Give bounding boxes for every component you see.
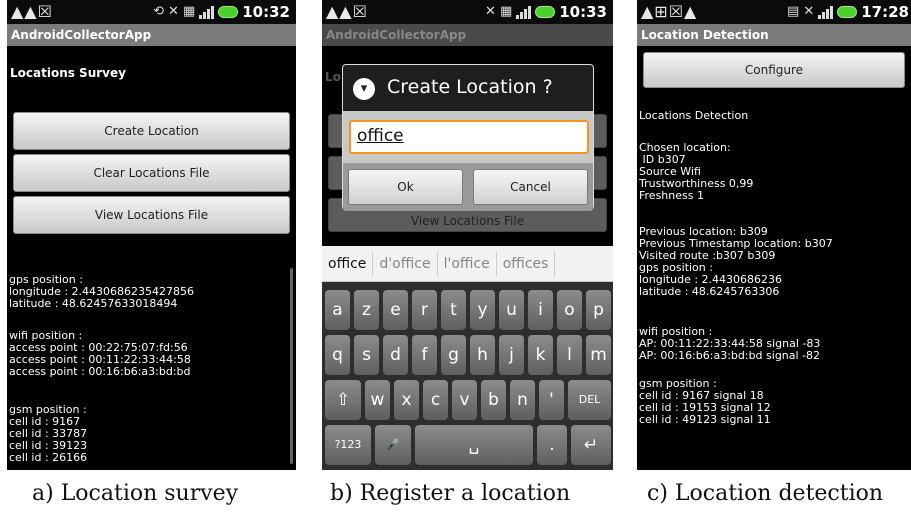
- space-key[interactable]: ␣: [415, 425, 533, 465]
- notification-icons: ▲⊞☒▲: [641, 2, 698, 21]
- key[interactable]: g: [441, 335, 466, 375]
- status-bar: ▲▲☒ ⟲ ✕ ▦ 10:32: [7, 0, 296, 24]
- battery-icon: [837, 6, 858, 18]
- page-title: Locations Detection: [639, 109, 749, 122]
- key[interactable]: t: [441, 290, 466, 330]
- mute-icon: ✕: [803, 4, 815, 19]
- suggestion-item[interactable]: d'office: [373, 251, 438, 276]
- wifi-position-text: wifi position : access point : 00:22:75:…: [9, 329, 191, 378]
- key[interactable]: y: [470, 290, 495, 330]
- key[interactable]: j: [499, 335, 524, 375]
- chosen-location-text: Chosen location: ID b307 Source Wifi Tru…: [639, 141, 754, 202]
- key[interactable]: q: [325, 335, 350, 375]
- status-bar: ▲▲☒ ✕ ▦ 10:33: [322, 0, 613, 24]
- suggestion-item[interactable]: office: [322, 251, 374, 276]
- notification-icons: ▲▲☒: [11, 2, 53, 21]
- configure-button[interactable]: Configure: [643, 52, 905, 88]
- shift-key[interactable]: ⇧: [325, 380, 361, 420]
- sync-icon: ⟲: [153, 4, 165, 19]
- clock: 10:32: [242, 3, 290, 21]
- location-name-input[interactable]: office: [349, 120, 589, 154]
- caption-c: c) Location detection: [647, 481, 884, 506]
- key[interactable]: m: [586, 335, 611, 375]
- ok-button[interactable]: Ok: [348, 169, 463, 205]
- clear-locations-file-button[interactable]: Clear Locations File: [13, 154, 290, 192]
- suggestion-item[interactable]: l'office: [438, 251, 497, 276]
- key[interactable]: ': [539, 380, 564, 420]
- key[interactable]: s: [354, 335, 379, 375]
- key[interactable]: l: [557, 335, 582, 375]
- key[interactable]: x: [394, 380, 419, 420]
- app-title: AndroidCollectorApp: [7, 24, 296, 46]
- key[interactable]: p: [586, 290, 611, 330]
- microphone-icon[interactable]: 🎤: [375, 425, 411, 465]
- key[interactable]: b: [481, 380, 506, 420]
- scrollbar[interactable]: [290, 268, 293, 464]
- dialog-header: ▾ Create Location ?: [343, 65, 593, 111]
- key[interactable]: h: [470, 335, 495, 375]
- cancel-button[interactable]: Cancel: [473, 169, 588, 205]
- network-icon: ▦: [499, 4, 513, 19]
- chevron-down-icon: ▾: [353, 78, 375, 100]
- previous-location-text: Previous location: b309 Previous Timesta…: [639, 225, 833, 298]
- register-location-screen: ▲▲☒ ✕ ▦ 10:33 AndroidCollectorApp Lo Vie…: [322, 0, 613, 470]
- enter-key[interactable]: ↵: [571, 425, 611, 465]
- key[interactable]: c: [423, 380, 448, 420]
- gsm-position-text: gsm position : cell id : 9167 signal 18 …: [639, 377, 771, 426]
- signal-icon: [516, 5, 532, 19]
- signal-icon: [818, 5, 834, 19]
- network-icon: ▦: [182, 4, 196, 19]
- dialog-button-bar: Ok Cancel: [343, 163, 593, 211]
- suggestion-item[interactable]: offices: [497, 251, 556, 276]
- delete-key[interactable]: DEL: [568, 380, 611, 420]
- battery-icon: [535, 6, 556, 18]
- symbols-key[interactable]: ?123: [325, 425, 371, 465]
- key[interactable]: u: [499, 290, 524, 330]
- page-title: Locations Survey: [10, 66, 126, 80]
- key[interactable]: z: [354, 290, 379, 330]
- wifi-position-text: wifi position : AP: 00:11:22:33:44:58 si…: [639, 325, 821, 362]
- notification-icons: ▲▲☒: [326, 2, 368, 21]
- key[interactable]: i: [528, 290, 553, 330]
- key[interactable]: r: [412, 290, 437, 330]
- clock: 10:33: [559, 3, 607, 21]
- location-survey-screen: ▲▲☒ ⟲ ✕ ▦ 10:32 AndroidCollectorApp Loca…: [7, 0, 296, 470]
- key[interactable]: v: [452, 380, 477, 420]
- key[interactable]: k: [528, 335, 553, 375]
- app-title: AndroidCollectorApp: [322, 24, 613, 46]
- key[interactable]: d: [383, 335, 408, 375]
- caption-b: b) Register a location: [330, 481, 571, 506]
- key[interactable]: f: [412, 335, 437, 375]
- location-detection-screen: ▲⊞☒▲ ▤ ✕ 17:28 Location Detection Config…: [637, 0, 911, 470]
- mute-icon: ✕: [168, 4, 179, 19]
- period-key[interactable]: .: [537, 425, 567, 465]
- create-location-dialog: ▾ Create Location ? office Ok Cancel: [342, 64, 594, 211]
- caption-a: a) Location survey: [32, 481, 239, 506]
- dialog-title: Create Location ?: [387, 76, 553, 98]
- sd-card-icon: ▤: [787, 4, 800, 19]
- key[interactable]: e: [383, 290, 408, 330]
- view-locations-file-button[interactable]: View Locations File: [13, 196, 290, 234]
- key[interactable]: o: [557, 290, 582, 330]
- create-location-button[interactable]: Create Location: [13, 112, 290, 150]
- clock: 17:28: [861, 3, 909, 21]
- key[interactable]: w: [365, 380, 390, 420]
- battery-icon: [218, 6, 239, 18]
- page-title-fragment: Lo: [325, 70, 341, 84]
- signal-icon: [199, 5, 215, 19]
- app-title: Location Detection: [637, 24, 911, 46]
- gps-position-text: gps position : longitude : 2.44306862354…: [9, 273, 195, 310]
- gsm-position-text: gsm position : cell id : 9167 cell id : …: [9, 403, 88, 464]
- suggestion-strip: office d'office l'office offices: [322, 246, 613, 282]
- mute-icon: ✕: [485, 4, 496, 19]
- key[interactable]: a: [325, 290, 350, 330]
- status-bar: ▲⊞☒▲ ▤ ✕ 17:28: [637, 0, 911, 24]
- soft-keyboard: a z e r t y u i o p q s d f g h j k l m …: [322, 282, 613, 470]
- key[interactable]: n: [510, 380, 535, 420]
